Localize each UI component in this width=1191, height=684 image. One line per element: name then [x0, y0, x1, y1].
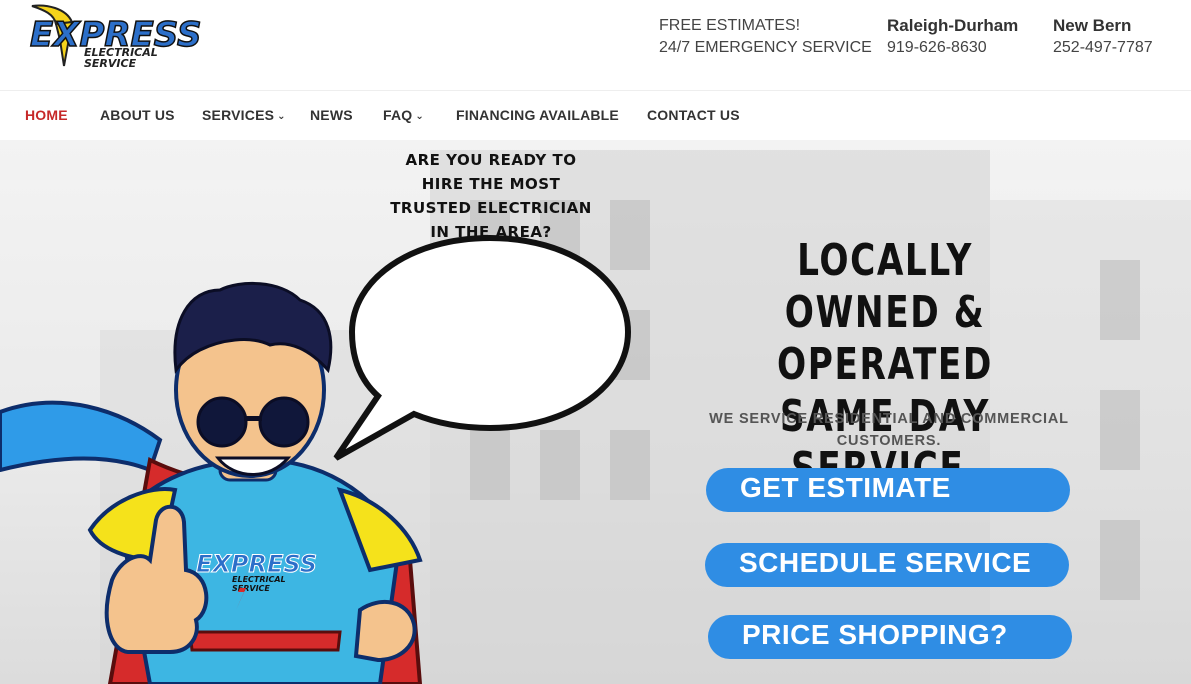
nav-contact-us[interactable]: CONTACT US — [647, 107, 740, 123]
nav-home[interactable]: HOME — [25, 107, 68, 123]
cape-blue — [0, 400, 163, 473]
nav-about-us[interactable]: ABOUT US — [100, 107, 175, 123]
hero-headline: LOCALLY OWNED & OPERATED SAME DAY SERVIC… — [741, 235, 1030, 495]
headline-line-1: LOCALLY OWNED & — [784, 235, 986, 338]
raleigh-durham-label: Raleigh-Durham — [887, 16, 1019, 35]
raleigh-durham-phone[interactable]: 919-626-8630 — [887, 37, 1018, 59]
get-estimate-button[interactable]: GET ESTIMATE — [706, 468, 1070, 512]
right-hand — [353, 600, 417, 663]
schedule-service-button[interactable]: SCHEDULE SERVICE — [705, 543, 1069, 587]
site-header: EXPRESS ELECTRICAL SERVICE FREE ESTIMATE… — [0, 0, 1191, 90]
svg-text:SERVICE: SERVICE — [232, 584, 270, 593]
raleigh-durham-block: Raleigh-Durham 919-626-8630 — [887, 15, 1018, 59]
free-estimates-text: FREE ESTIMATES! — [659, 17, 801, 34]
free-estimates-block: FREE ESTIMATES! 24/7 EMERGENCY SERVICE — [659, 15, 872, 59]
price-shopping-button[interactable]: PRICE SHOPPING? — [708, 615, 1072, 659]
svg-text:SERVICE: SERVICE — [84, 57, 137, 70]
nav-services-label: SERVICES — [202, 107, 275, 123]
subline-line-1: WE SERVICE RESIDENTIAL AND COMMERCIAL — [709, 411, 1069, 427]
sunglasses-left — [196, 396, 248, 448]
building-window — [1100, 390, 1140, 470]
bubble-line-1: ARE YOU READY TO — [405, 151, 577, 169]
svg-text:EXPRESS: EXPRESS — [196, 550, 317, 578]
sunglasses-bridge — [244, 416, 262, 421]
hero-subline: WE SERVICE RESIDENTIAL AND COMMERCIAL CU… — [700, 408, 1078, 452]
main-nav: HOME ABOUT US SERVICES ⌄ NEWS FAQ ⌄ FINANC… — [0, 90, 1191, 140]
chevron-down-icon: ⌄ — [277, 111, 286, 122]
chevron-down-icon: ⌄ — [415, 111, 424, 122]
nav-faq[interactable]: FAQ ⌄ — [383, 107, 424, 123]
svg-text:ELECTRICAL: ELECTRICAL — [232, 575, 286, 584]
speech-bubble — [333, 234, 632, 461]
building-window — [1100, 520, 1140, 600]
nav-financing[interactable]: FINANCING AVAILABLE — [456, 107, 619, 123]
headline-line-2: OPERATED — [777, 339, 993, 390]
new-bern-label: New Bern — [1053, 16, 1132, 35]
subline-line-2: CUSTOMERS. — [836, 433, 942, 449]
new-bern-phone[interactable]: 252-497-7787 — [1053, 37, 1153, 59]
bubble-line-4: IN THE AREA? — [430, 223, 552, 241]
belt — [188, 630, 342, 652]
new-bern-block: New Bern 252-497-7787 — [1053, 15, 1153, 59]
bubble-line-3: TRUSTED ELECTRICIAN — [390, 199, 592, 217]
nav-news[interactable]: NEWS — [310, 107, 353, 123]
building-window — [1100, 260, 1140, 340]
nav-services[interactable]: SERVICES ⌄ — [202, 107, 286, 123]
speech-bubble-text: ARE YOU READY TO HIRE THE MOST TRUSTED E… — [380, 148, 602, 244]
express-logo[interactable]: EXPRESS ELECTRICAL SERVICE — [26, 4, 202, 70]
bubble-line-2: HIRE THE MOST — [421, 175, 561, 193]
nav-faq-label: FAQ — [383, 107, 413, 123]
emergency-service-text: 24/7 EMERGENCY SERVICE — [659, 39, 872, 56]
sunglasses-right — [258, 396, 310, 448]
